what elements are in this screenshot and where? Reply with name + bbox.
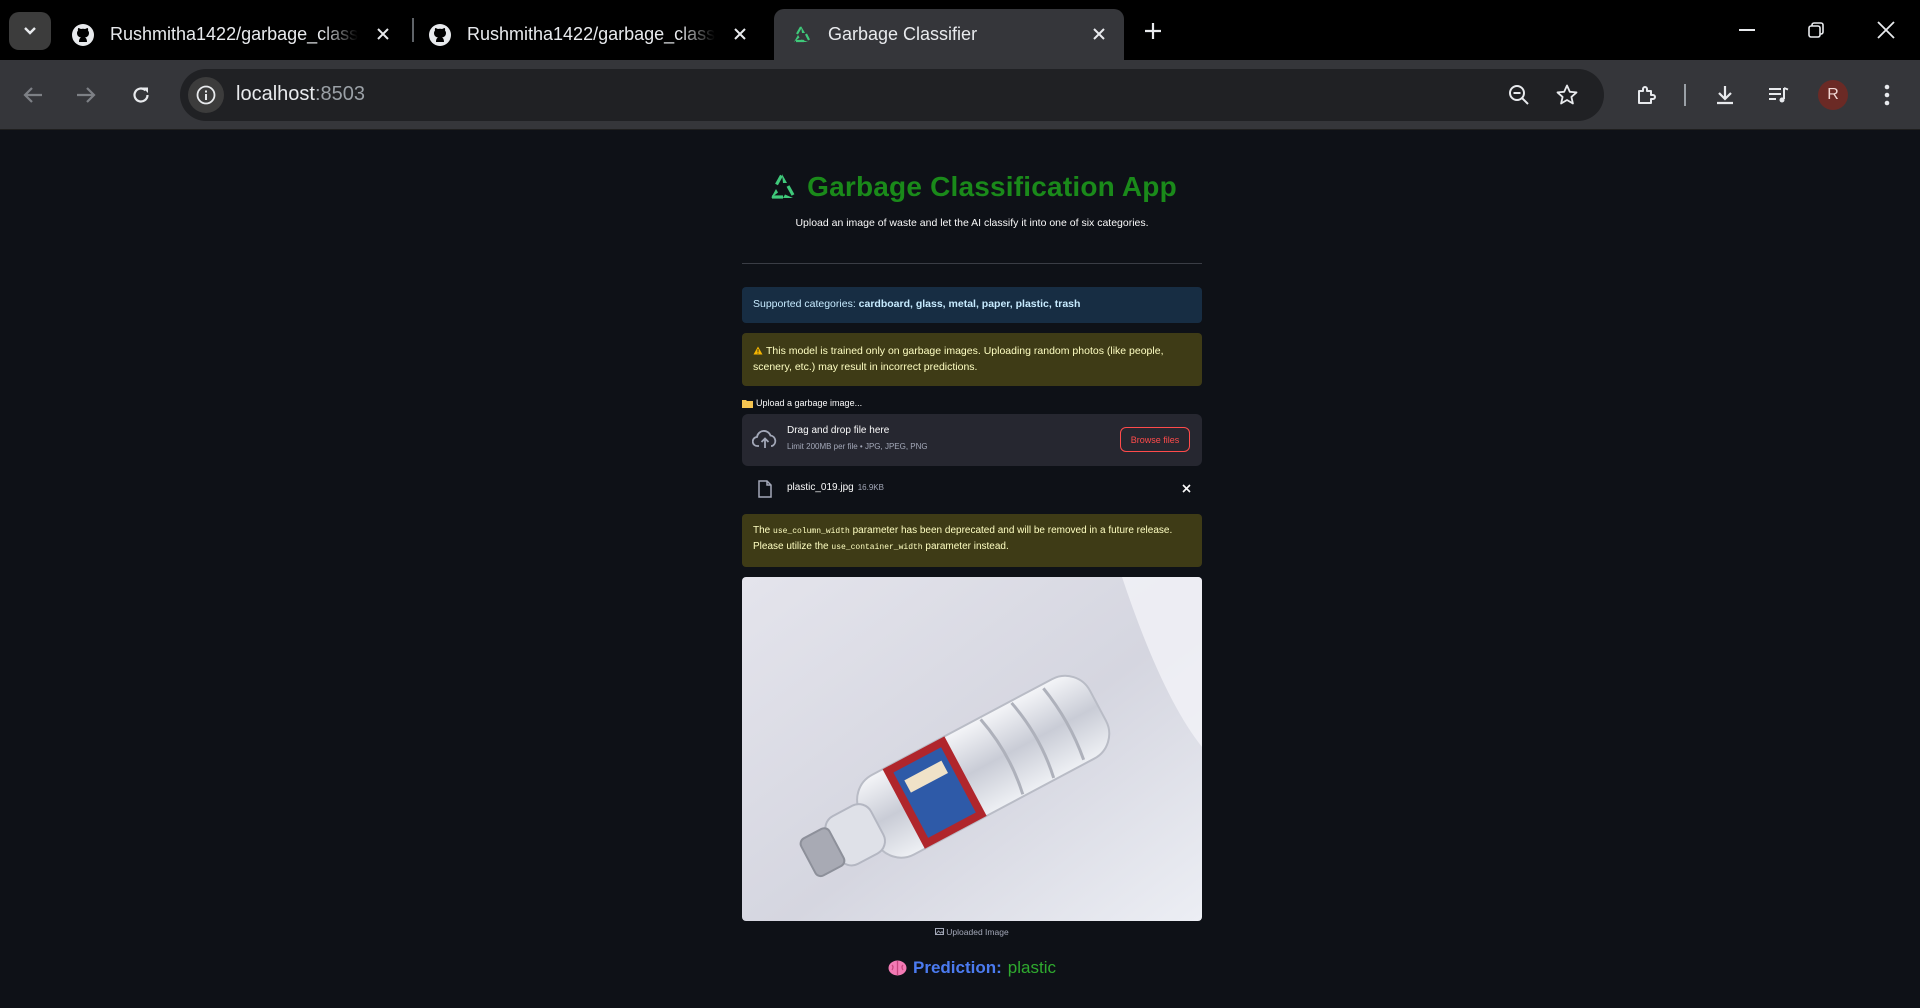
warning-icon [753,346,763,355]
warning-text: This model is trained only on garbage im… [753,345,1164,373]
restore-button[interactable] [1796,14,1836,46]
recycle-icon [771,174,795,199]
browser-toolbar: localhost:8503 R [0,60,1920,130]
file-icon [758,480,772,498]
forward-button[interactable] [68,77,104,113]
zoom-out-icon [1509,85,1529,105]
image-caption: Uploaded Image [742,927,1202,937]
close-icon[interactable] [1088,23,1110,45]
folder-icon [742,399,753,408]
profile-avatar[interactable]: R [1818,80,1848,110]
app-subtitle: Upload an image of waste and let the AI … [795,217,1149,229]
image-icon [935,928,945,935]
brain-icon [888,960,907,976]
browser-menu-button[interactable] [1870,78,1904,112]
new-tab-button[interactable] [1138,16,1168,46]
deprecation-warning: The use_column_width parameter has been … [742,514,1202,567]
info-alert: Supported categories: cardboard, glass, … [742,287,1202,323]
tab-github-2[interactable]: Rushmitha1422/garbage_classifier [413,9,765,60]
arrow-right-icon [77,87,96,103]
file-size: 16.9KB [857,483,884,492]
close-icon[interactable] [729,23,751,45]
prediction-value: plastic [1007,958,1056,977]
url-text: localhost:8503 [236,83,365,105]
recycle-icon [788,22,814,48]
cloud-upload-icon [752,430,777,448]
back-button[interactable] [15,77,51,113]
minimize-button[interactable] [1727,14,1767,46]
code-use-container-width: use_container_width [831,543,923,552]
toolbar-divider [1684,84,1686,106]
remove-file-button[interactable] [1178,480,1194,496]
info-icon [196,85,216,105]
dropzone-limits: Limit 200MB per file • JPG, JPEG, PNG [787,442,928,451]
tab-strip: Rushmitha1422/garbage_classifier Rushmit… [0,0,1920,60]
star-icon [1556,84,1578,105]
uploaded-file-row: plastic_019.jpg 16.9KB [742,476,1202,504]
tab-title: Garbage Classifier [828,24,978,44]
tab-garbage-classifier[interactable]: Garbage Classifier [774,9,1124,60]
page-content: Garbage Classification App Upload an ima… [0,131,1920,1008]
dropzone-title: Drag and drop file here [787,425,890,436]
info-prefix: Supported categories: [753,298,859,310]
categories-list: cardboard, glass, metal, paper, plastic,… [858,298,1081,310]
address-bar[interactable]: localhost:8503 [180,69,1604,121]
playlist-music-icon [1769,87,1789,103]
arrow-left-icon [23,87,42,103]
extensions-button[interactable] [1630,78,1664,112]
chevron-down-icon [24,27,36,35]
puzzle-icon [1638,86,1656,104]
close-icon[interactable] [372,23,394,45]
code-use-column-width: use_column_width [773,527,850,536]
github-icon [70,22,96,48]
browse-files-button[interactable]: Browse files [1120,427,1190,452]
bookmark-button[interactable] [1554,82,1580,108]
reload-button[interactable] [123,77,159,113]
warning-alert: This model is trained only on garbage im… [742,333,1202,386]
more-vertical-icon [1884,84,1890,106]
prediction-label: Prediction: [913,958,1002,977]
divider [742,263,1202,264]
download-icon [1717,86,1733,105]
zoom-button[interactable] [1506,82,1532,108]
tab-title: Rushmitha1422/garbage_classifier [467,24,715,44]
media-controls-button[interactable] [1762,78,1796,112]
plus-icon [1145,23,1161,39]
restore-icon [1808,22,1824,38]
tab-search-button[interactable] [9,12,51,50]
reload-icon [133,87,149,103]
tab-github-1[interactable]: Rushmitha1422/garbage_classifier [56,9,408,60]
prediction-result: Prediction: plastic [742,958,1202,978]
window-close-button[interactable] [1866,14,1906,46]
minimize-icon [1739,29,1755,31]
file-dropzone[interactable]: Drag and drop file here Limit 200MB per … [742,414,1202,466]
close-icon [1181,483,1191,493]
uploaded-image [742,577,1202,921]
upload-label: Upload a garbage image... [742,398,1202,408]
close-icon [1877,21,1895,39]
github-icon [427,22,453,48]
tab-title: Rushmitha1422/garbage_classifier [110,24,358,44]
app-title: Garbage Classification App [742,171,1202,203]
app-title-text: Garbage Classification App [807,171,1177,202]
downloads-button[interactable] [1708,78,1742,112]
file-name: plastic_019.jpg 16.9KB [787,482,884,493]
site-info-button[interactable] [188,77,224,113]
